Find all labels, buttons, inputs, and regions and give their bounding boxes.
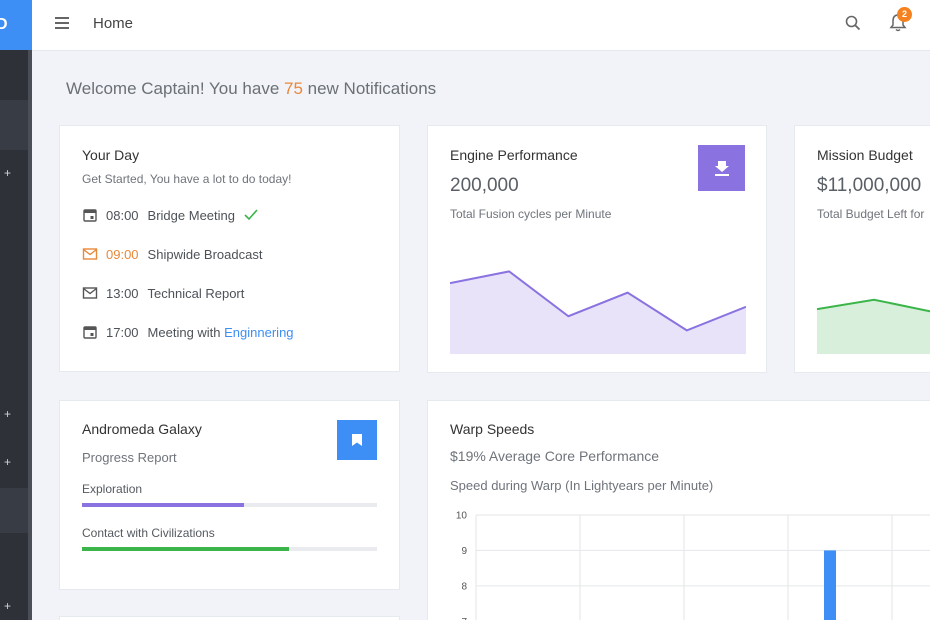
- mission-budget-card: Mission Budget $11,000,000 Total Budget …: [794, 125, 930, 373]
- search-icon[interactable]: [845, 15, 861, 31]
- schedule-time: 17:00: [106, 324, 139, 340]
- calendar-icon: [83, 326, 97, 339]
- stat-value: 200,000: [450, 175, 519, 196]
- y-tick-label: 8: [461, 581, 467, 592]
- schedule-item[interactable]: 13:00 Technical Report: [82, 284, 244, 302]
- warp-speeds-card: Warp Speeds $19% Average Core Performanc…: [427, 400, 930, 620]
- mail-icon: [82, 287, 98, 299]
- budget-area-chart: [817, 298, 930, 354]
- schedule-time: 09:00: [106, 246, 139, 262]
- sidebar-item-active[interactable]: [0, 100, 28, 150]
- progress-label: Contact with Civilizations: [82, 526, 215, 540]
- schedule-text: Bridge Meeting: [147, 207, 235, 223]
- engineering-link[interactable]: Enginnering: [224, 325, 293, 340]
- stat-caption: Total Fusion cycles per Minute: [450, 207, 612, 221]
- y-tick-label: 9: [461, 546, 467, 557]
- schedule-time: 13:00: [106, 285, 139, 301]
- notification-badge: 2: [897, 7, 912, 22]
- bookmark-icon: [352, 434, 362, 446]
- sidebar: D + + + +: [0, 0, 32, 620]
- calendar-icon: [83, 209, 97, 222]
- card-title: Your Day: [82, 147, 140, 163]
- chart-caption: Speed during Warp (In Lightyears per Min…: [450, 478, 714, 493]
- logo-text: D: [0, 16, 8, 33]
- checkmark-icon: [244, 209, 258, 221]
- stat-caption: Total Budget Left for: [817, 207, 925, 221]
- schedule-text: Shipwide Broadcast: [147, 246, 263, 262]
- y-tick-label: 10: [456, 511, 468, 522]
- sidebar-expand-icon[interactable]: +: [4, 167, 11, 179]
- schedule-text: Meeting with: [147, 324, 225, 340]
- your-day-card: Your Day Get Started, You have a lot to …: [59, 125, 400, 372]
- card-title: Mission Budget: [817, 147, 913, 163]
- menu-icon[interactable]: [55, 17, 69, 29]
- sidebar-expand-icon[interactable]: +: [4, 456, 11, 468]
- schedule-item[interactable]: 08:00 Bridge Meeting: [82, 206, 267, 224]
- sidebar-scrollbar[interactable]: [28, 50, 32, 620]
- card-title: Warp Speeds: [450, 421, 535, 437]
- page-title: Home: [93, 15, 134, 32]
- engine-area-chart: [450, 270, 746, 354]
- card-subtitle: Progress Report: [82, 450, 177, 465]
- bookmark-button[interactable]: [337, 420, 377, 460]
- next-card: [59, 616, 400, 620]
- mail-icon: [82, 248, 98, 260]
- topbar: Home 2: [32, 0, 930, 51]
- download-icon: [714, 161, 729, 176]
- progress-bar: [82, 547, 377, 551]
- schedule-text: Technical Report: [147, 285, 245, 301]
- card-subtitle: Get Started, You have a lot to do today!: [82, 172, 292, 186]
- stat-value: $11,000,000: [817, 175, 922, 196]
- card-title: Andromeda Galaxy: [82, 421, 202, 437]
- bar: [824, 550, 836, 620]
- area-fill: [450, 271, 746, 354]
- sidebar-item-selected[interactable]: [0, 488, 28, 533]
- schedule-item[interactable]: 09:00 Shipwide Broadcast: [82, 245, 262, 263]
- schedule-item[interactable]: 17:00 Meeting with Enginnering: [82, 323, 294, 341]
- sidebar-expand-icon[interactable]: +: [4, 600, 11, 612]
- engine-performance-card: Engine Performance 200,000 Total Fusion …: [427, 125, 767, 373]
- notification-count: 75: [284, 79, 303, 98]
- andromeda-galaxy-card: Andromeda Galaxy Progress Report Explora…: [59, 400, 400, 590]
- welcome-message: Welcome Captain! You have 75 new Notific…: [66, 79, 436, 99]
- sidebar-expand-icon[interactable]: +: [4, 408, 11, 420]
- schedule-time: 08:00: [106, 207, 139, 223]
- progress-fill: [82, 547, 289, 551]
- card-title: Engine Performance: [450, 147, 578, 163]
- app-logo[interactable]: D: [0, 0, 32, 50]
- progress-label: Exploration: [82, 482, 143, 496]
- card-subtitle: $19% Average Core Performance: [450, 448, 660, 464]
- warp-bar-chart: 10987: [456, 511, 930, 620]
- welcome-prefix: Welcome Captain! You have: [66, 79, 284, 98]
- progress-fill: [82, 503, 245, 507]
- progress-bar: [82, 503, 377, 507]
- download-button[interactable]: [698, 145, 745, 191]
- welcome-suffix: new Notifications: [302, 79, 437, 98]
